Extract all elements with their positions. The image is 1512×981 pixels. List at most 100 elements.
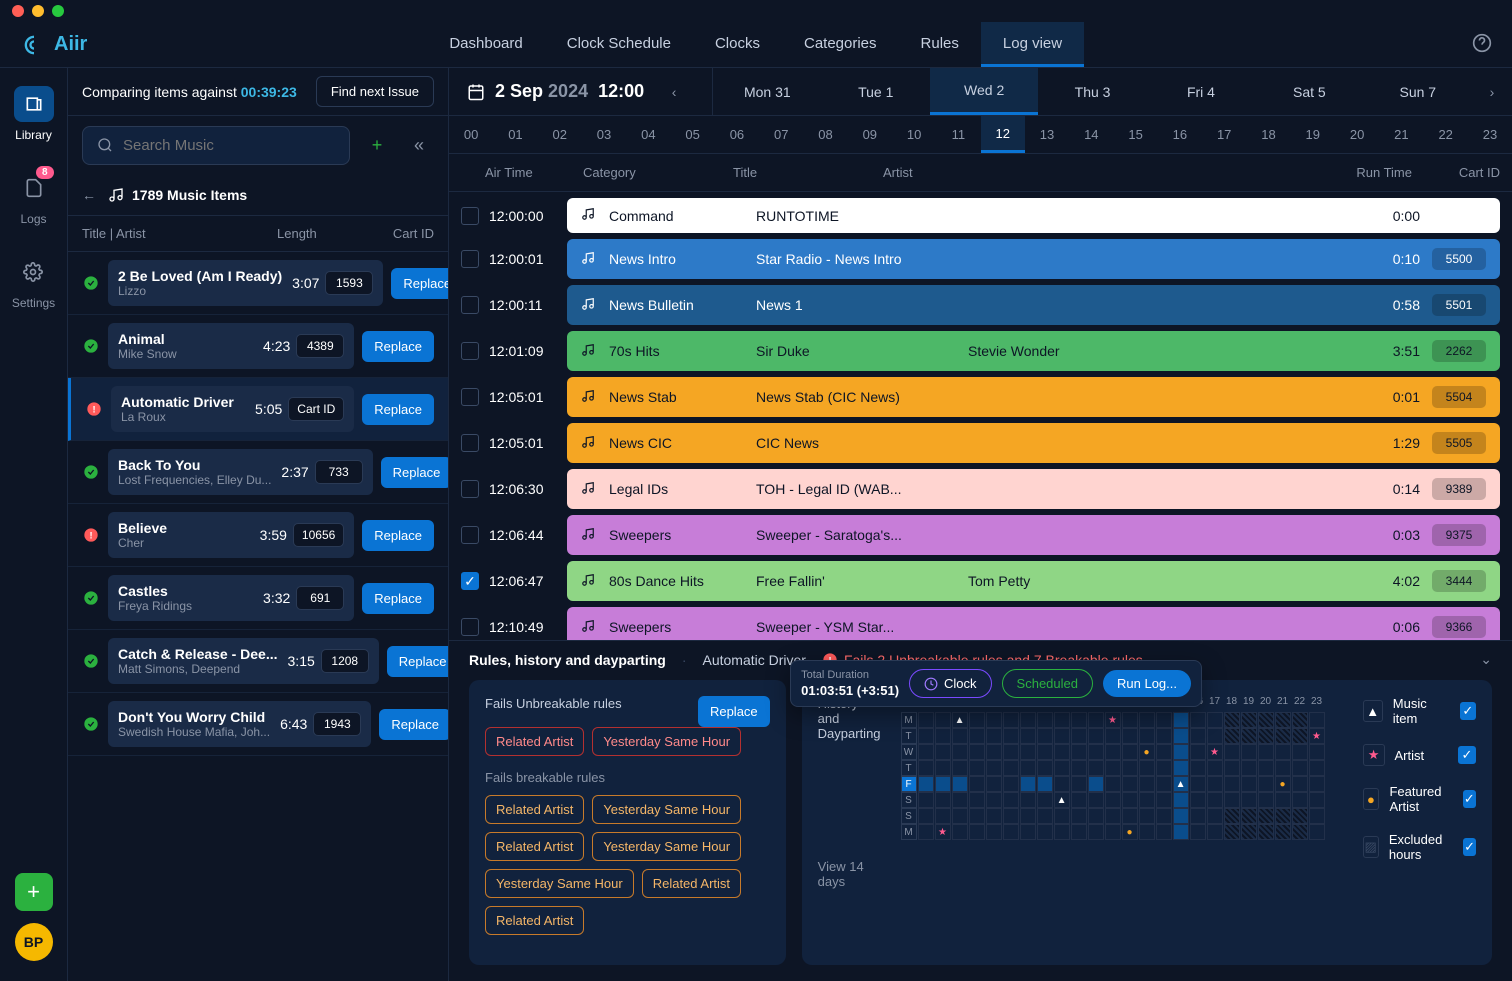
sidebar-library[interactable]: Library [14, 86, 54, 142]
collapse-bottom-icon[interactable]: ⌄ [1480, 651, 1492, 668]
log-row[interactable]: 12:06:30 Legal IDsTOH - Legal ID (WAB...… [461, 469, 1500, 509]
view-14-days[interactable]: View 14 days [818, 859, 881, 889]
hour-tab[interactable]: 19 [1291, 116, 1335, 153]
prev-day-icon[interactable]: ‹ [654, 84, 694, 100]
hour-tab[interactable]: 03 [582, 116, 626, 153]
sidebar-logs[interactable]: 8 Logs [14, 170, 54, 226]
day-tab[interactable]: Sat 5 [1255, 68, 1363, 115]
row-checkbox[interactable]: ✓ [461, 572, 479, 590]
music-icon [581, 527, 597, 544]
nav-tab-clocks[interactable]: Clocks [693, 22, 782, 67]
row-checkbox[interactable] [461, 388, 479, 406]
hour-tab[interactable]: 10 [892, 116, 936, 153]
replace-button[interactable]: Replace [362, 583, 434, 614]
log-row[interactable]: 12:06:44 SweepersSweeper - Saratoga's...… [461, 515, 1500, 555]
hour-tab[interactable]: 16 [1158, 116, 1202, 153]
day-tab[interactable]: Fri 4 [1147, 68, 1255, 115]
hour-tab[interactable]: 06 [715, 116, 759, 153]
log-row[interactable]: 12:10:49 SweepersSweeper - YSM Star... 0… [461, 607, 1500, 640]
replace-button[interactable]: Replace [362, 331, 434, 362]
search-input[interactable] [82, 126, 350, 165]
day-tab[interactable]: Mon 31 [713, 68, 821, 115]
log-row[interactable]: 12:00:11 News BulletinNews 1 0:585501 [461, 285, 1500, 325]
row-checkbox[interactable] [461, 480, 479, 498]
replace-button[interactable]: Replace [391, 268, 448, 299]
music-row[interactable]: Don't You Worry ChildSwedish House Mafia… [68, 693, 448, 756]
nav-tab-dashboard[interactable]: Dashboard [427, 22, 544, 67]
hour-tab[interactable]: 13 [1025, 116, 1069, 153]
collapse-panel-icon[interactable]: « [404, 130, 434, 160]
row-checkbox[interactable] [461, 526, 479, 544]
music-row[interactable]: CastlesFreya Ridings3:32691 Replace [68, 567, 448, 630]
hour-tab[interactable]: 15 [1113, 116, 1157, 153]
log-row[interactable]: 12:05:01 News StabNews Stab (CIC News) 0… [461, 377, 1500, 417]
log-row[interactable]: 12:05:01 News CICCIC News 1:295505 [461, 423, 1500, 463]
day-tab[interactable]: Wed 2 [930, 68, 1038, 115]
legend-checkbox[interactable]: ✓ [1458, 746, 1476, 764]
music-row[interactable]: Back To YouLost Frequencies, Elley Du...… [68, 441, 448, 504]
hour-tab[interactable]: 22 [1424, 116, 1468, 153]
row-checkbox[interactable] [461, 434, 479, 452]
hour-tab[interactable]: 23 [1468, 116, 1512, 153]
row-checkbox[interactable] [461, 207, 479, 225]
hour-tab[interactable]: 17 [1202, 116, 1246, 153]
day-tab[interactable]: Thu 3 [1038, 68, 1146, 115]
row-checkbox[interactable] [461, 342, 479, 360]
row-checkbox[interactable] [461, 296, 479, 314]
hour-tab[interactable]: 14 [1069, 116, 1113, 153]
music-row[interactable]: Catch & Release - Dee...Matt Simons, Dee… [68, 630, 448, 693]
sidebar-settings[interactable]: Settings [12, 254, 55, 310]
nav-tab-rules[interactable]: Rules [899, 22, 981, 67]
music-row[interactable]: ! Automatic DriverLa Roux5:05Cart ID Rep… [68, 378, 448, 441]
replace-button[interactable]: Replace [381, 457, 448, 488]
scheduled-button[interactable]: Scheduled [1002, 669, 1093, 698]
hour-tab[interactable]: 00 [449, 116, 493, 153]
hour-tab[interactable]: 09 [848, 116, 892, 153]
hour-tab[interactable]: 05 [670, 116, 714, 153]
col-length: Length [277, 226, 337, 241]
replace-from-rules-button[interactable]: Replace [698, 696, 770, 727]
hour-tab[interactable]: 04 [626, 116, 670, 153]
row-checkbox[interactable] [461, 618, 479, 636]
music-row[interactable]: ! BelieveCher3:5910656 Replace [68, 504, 448, 567]
add-music-button[interactable]: + [362, 130, 392, 160]
clock-button[interactable]: Clock [909, 669, 992, 698]
log-row[interactable]: 12:01:09 70s HitsSir DukeStevie Wonder 3… [461, 331, 1500, 371]
hour-tab[interactable]: 21 [1379, 116, 1423, 153]
back-arrow-icon[interactable]: ← [82, 187, 96, 203]
replace-button[interactable]: Replace [362, 520, 434, 551]
legend-checkbox[interactable]: ✓ [1463, 790, 1476, 808]
replace-button[interactable]: Replace [387, 646, 448, 677]
hour-tab[interactable]: 08 [803, 116, 847, 153]
user-avatar[interactable]: BP [15, 923, 53, 961]
row-checkbox[interactable] [461, 250, 479, 268]
hour-tab[interactable]: 11 [936, 116, 980, 153]
day-tab[interactable]: Tue 1 [822, 68, 930, 115]
calendar-icon[interactable] [467, 83, 485, 101]
find-next-issue-button[interactable]: Find next Issue [316, 76, 434, 107]
nav-tab-clock-schedule[interactable]: Clock Schedule [545, 22, 693, 67]
hour-tab[interactable]: 18 [1246, 116, 1290, 153]
hour-tab[interactable]: 12 [981, 116, 1025, 153]
nav-tab-categories[interactable]: Categories [782, 22, 899, 67]
replace-button[interactable]: Replace [362, 394, 434, 425]
help-icon[interactable] [1472, 33, 1492, 56]
add-fab[interactable]: + [15, 873, 53, 911]
replace-button[interactable]: Replace [379, 709, 448, 740]
day-tab[interactable]: Sun 7 [1364, 68, 1472, 115]
log-row[interactable]: 12:00:01 News IntroStar Radio - News Int… [461, 239, 1500, 279]
log-row[interactable]: 12:00:00 CommandRUNTOTIME 0:00 [461, 198, 1500, 233]
run-log-button[interactable]: Run Log... [1103, 670, 1191, 697]
legend-checkbox[interactable]: ✓ [1460, 702, 1476, 720]
music-row[interactable]: AnimalMike Snow4:234389 Replace [68, 315, 448, 378]
hour-tab[interactable]: 07 [759, 116, 803, 153]
hour-tab[interactable]: 02 [538, 116, 582, 153]
music-icon [581, 207, 597, 224]
hour-tab[interactable]: 01 [493, 116, 537, 153]
legend-checkbox[interactable]: ✓ [1463, 838, 1476, 856]
hour-tab[interactable]: 20 [1335, 116, 1379, 153]
next-day-icon[interactable]: › [1472, 84, 1512, 100]
music-row[interactable]: 2 Be Loved (Am I Ready)Lizzo3:071593 Rep… [68, 252, 448, 315]
log-row[interactable]: ✓12:06:47 80s Dance HitsFree Fallin'Tom … [461, 561, 1500, 601]
nav-tab-log-view[interactable]: Log view [981, 22, 1084, 67]
